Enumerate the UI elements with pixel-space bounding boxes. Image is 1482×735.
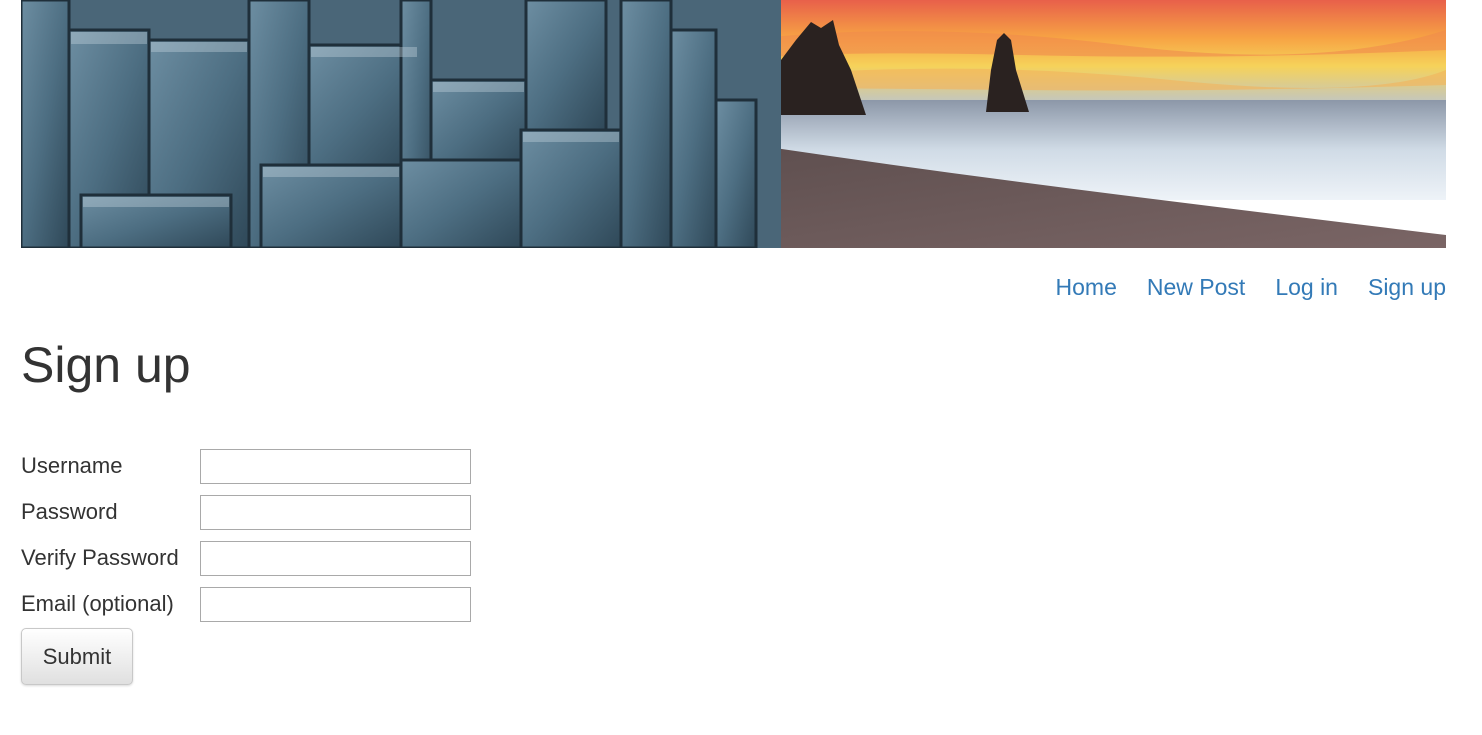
nav-link-new-post[interactable]: New Post [1147, 274, 1245, 301]
nav-link-home[interactable]: Home [1056, 274, 1117, 301]
signup-form: Username Password Verify Password Email … [21, 446, 471, 685]
username-row: Username [21, 446, 471, 486]
password-input[interactable] [200, 494, 471, 530]
email-row: Email (optional) [21, 584, 471, 624]
verify-password-input[interactable] [200, 540, 471, 576]
email-label: Email (optional) [21, 591, 174, 616]
submit-button[interactable]: Submit [21, 628, 133, 685]
password-row: Password [21, 492, 471, 532]
header-banner-image [21, 0, 1446, 248]
username-input[interactable] [200, 448, 471, 484]
verify-password-label: Verify Password [21, 545, 179, 570]
username-label: Username [21, 453, 123, 478]
password-label: Password [21, 499, 118, 524]
page-title: Sign up [21, 337, 191, 393]
top-nav: Home New Post Log in Sign up [1056, 274, 1446, 301]
verify-password-row: Verify Password [21, 538, 471, 578]
nav-link-sign-up[interactable]: Sign up [1368, 274, 1446, 301]
email-input[interactable] [200, 586, 471, 622]
nav-link-log-in[interactable]: Log in [1275, 274, 1338, 301]
page: Home New Post Log in Sign up Sign up Use… [0, 0, 1482, 735]
